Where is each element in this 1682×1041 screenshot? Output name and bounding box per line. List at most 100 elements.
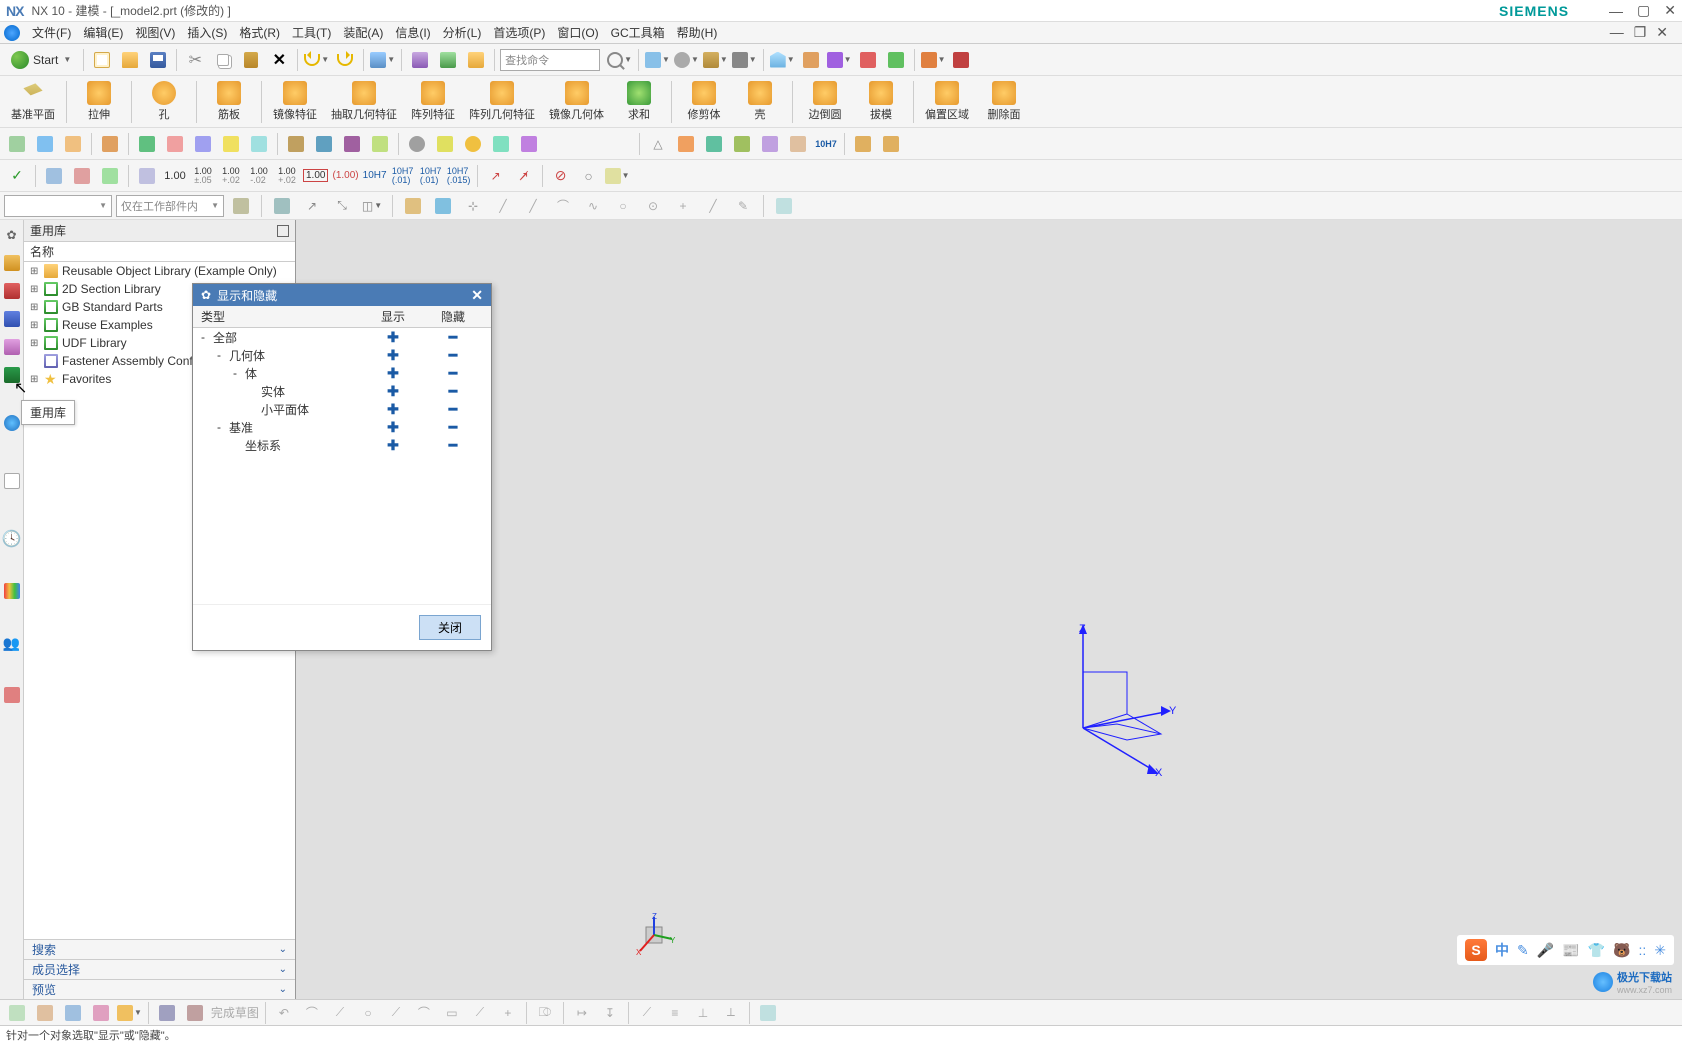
util-btn[interactable] [97,131,123,157]
sketch-btn[interactable]: + [495,1000,521,1026]
sketch-btn[interactable] [154,1000,180,1026]
ribbon-offset-region[interactable]: 偏置区域 [918,78,976,126]
sogou-icon[interactable]: S [1465,939,1487,961]
util-btn[interactable]: 10H7 [813,131,839,157]
graphics-viewport[interactable]: Z Y X Z Y X S 中 ✎ 🎤 📰 👕 [296,220,1682,999]
ribbon-mirror-geo[interactable]: 镜像几何体 [542,78,611,126]
save-button[interactable] [145,47,171,73]
ribbon-pattern-feature[interactable]: 阵列特征 [404,78,462,126]
dialog-close-button[interactable]: ✕ [471,287,483,304]
dim-fit3[interactable]: 10H7(.01) [418,163,444,189]
sketch-btn[interactable] [182,1000,208,1026]
delete-button[interactable]: ✕ [266,47,292,73]
util-btn[interactable] [218,131,244,157]
util-btn[interactable] [460,131,486,157]
filter-btn[interactable]: ╱ [700,193,726,219]
filter-btn[interactable]: ↗ [299,193,325,219]
menu-tools[interactable]: 工具(T) [286,22,337,43]
filter-btn[interactable]: + [670,193,696,219]
dim-btn[interactable]: ○ [576,163,602,189]
sketch-btn[interactable]: ○ [355,1000,381,1026]
scope-filter-combo[interactable]: 仅在工作部件内▼ [116,195,224,217]
util-btn[interactable] [190,131,216,157]
dim-btn[interactable]: ▼ [604,163,631,189]
sketch-btn[interactable]: ⟋ [467,1000,493,1026]
util-btn[interactable] [729,131,755,157]
ribbon-edge-blend[interactable]: 边倒圆 [797,78,853,126]
hide-button[interactable]: ━ [449,347,457,363]
expand-toggle[interactable]: - [201,330,213,344]
filter-btn[interactable] [269,193,295,219]
tool-c[interactable] [435,47,461,73]
tool-a[interactable]: ▼ [369,47,396,73]
rail-assembly-navigator[interactable] [3,282,21,300]
sketch-btn[interactable]: ⊥ [690,1000,716,1026]
panel-section-member[interactable]: 成员选择⌄ [24,959,295,979]
rail-history[interactable]: 🕓 [3,530,21,548]
dim-fit2[interactable]: 10H7(.01) [390,163,416,189]
util-btn[interactable] [516,131,542,157]
menu-help[interactable]: 帮助(H) [671,22,724,43]
paste-button[interactable] [238,47,264,73]
sketch-btn[interactable] [60,1000,86,1026]
dim-btn[interactable]: ✓ [4,163,30,189]
view-11[interactable] [948,47,974,73]
sketch-btn[interactable]: ⎄ [532,1000,558,1026]
dim-btn[interactable]: ↗̸ [511,163,537,189]
filter-btn[interactable] [430,193,456,219]
sketch-btn[interactable]: ▼ [116,1000,143,1026]
panel-pin[interactable] [277,225,289,237]
expand-icon[interactable]: ⊞ [30,302,40,313]
mdi-restore[interactable]: ❐ [1634,24,1647,41]
tray-item[interactable]: :: [1638,942,1646,958]
util-btn[interactable] [701,131,727,157]
view-8[interactable] [855,47,881,73]
command-search[interactable]: 查找命令 [500,49,600,71]
sketch-btn[interactable]: ⟋ [634,1000,660,1026]
redo-button[interactable] [332,47,358,73]
rail-browser[interactable] [3,472,21,490]
panel-section-preview[interactable]: 预览⌄ [24,979,295,999]
util-btn[interactable] [162,131,188,157]
dim-tol[interactable]: 1.00-.02 [246,163,272,189]
dim-basic[interactable]: (1.00) [331,163,359,189]
undo-button[interactable]: ▼ [303,47,330,73]
view-2[interactable]: ▼ [673,47,700,73]
menu-format[interactable]: 格式(R) [233,22,286,43]
tray-item[interactable]: 📰 [1562,942,1579,959]
view-1[interactable]: ▼ [644,47,671,73]
sketch-btn[interactable] [88,1000,114,1026]
expand-toggle[interactable]: - [217,420,229,434]
filter-btn[interactable]: ⌒ [550,193,576,219]
filter-btn[interactable]: ╱ [490,193,516,219]
minimize-button[interactable]: — [1609,3,1623,19]
view-6[interactable] [798,47,824,73]
sketch-btn[interactable]: 完成草图 [210,1000,260,1026]
sketch-btn[interactable]: ⟂ [718,1000,744,1026]
util-btn[interactable] [60,131,86,157]
sketch-btn[interactable]: ⟋ [327,1000,353,1026]
ribbon-extrude[interactable]: 拉伸 [71,78,127,126]
dim-ref[interactable]: 1.00 [302,163,329,189]
tray-item[interactable]: 👕 [1588,942,1605,959]
expand-toggle[interactable]: - [217,348,229,362]
tray-item[interactable]: ✎ [1517,942,1529,959]
show-button[interactable]: ✚ [387,437,399,453]
ribbon-hole[interactable]: 孔 [136,78,192,126]
dialog-close-action[interactable]: 关闭 [419,615,481,640]
tool-b[interactable] [407,47,433,73]
sketch-btn[interactable]: ≡ [662,1000,688,1026]
rail-part-navigator[interactable] [3,254,21,272]
util-btn[interactable] [283,131,309,157]
maximize-button[interactable]: ▢ [1637,2,1650,19]
menu-gctoolbox[interactable]: GC工具箱 [605,22,671,43]
filter-btn[interactable]: ◫▼ [359,193,385,219]
tree-item[interactable]: ⊞Reusable Object Library (Example Only) [24,262,295,280]
dim-fit4[interactable]: 10H7(.015) [446,163,472,189]
menu-view[interactable]: 视图(V) [129,22,181,43]
util-btn[interactable] [246,131,272,157]
hide-button[interactable]: ━ [449,329,457,345]
dim-fit[interactable]: 10H7 [362,163,388,189]
filter-btn[interactable] [228,193,254,219]
filter-btn[interactable]: ⤡ [329,193,355,219]
